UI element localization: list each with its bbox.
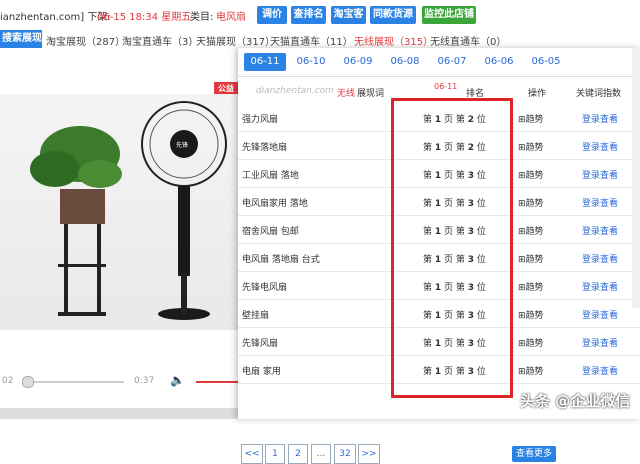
rank-highlight-box [391,98,513,398]
login-view-link[interactable]: 登录查看 [582,224,618,237]
keyword-text: 电风扇家用 落地 [242,199,308,209]
trend-link[interactable]: ⊞趋势 [518,336,544,349]
view-more-button[interactable]: 查看更多 [512,446,557,462]
keyword-text: 强力风扇 [242,115,279,125]
login-view-link[interactable]: 登录查看 [582,336,618,349]
check-rank-button[interactable]: 查排名 [291,6,326,24]
keyword-text: 先锋落地扇 [242,143,288,153]
page-first-button[interactable]: << [241,444,263,464]
login-view-link[interactable]: 登录查看 [582,308,618,321]
header-wireless: 无线 [337,89,356,99]
date-tab-06-08[interactable]: 06-08 [384,53,426,71]
tabs-divider [238,76,640,77]
keyword-text: 电风扇 落地扇 台式 [242,255,320,265]
right-scrollbar[interactable] [632,48,640,308]
trend-link[interactable]: ⊞趋势 [518,252,544,265]
header-action: 操作 [528,89,547,99]
date-tab-06-11[interactable]: 06-11 [244,53,286,71]
video-total-time: 0:37 [134,376,155,386]
login-view-link[interactable]: 登录查看 [582,196,618,209]
video-current-time: 02 [2,376,14,386]
volume-icon[interactable]: 🔈 [170,373,185,387]
keyword-text: 先锋风扇 [242,339,279,349]
tab-taobao-ztc[interactable]: 淘宝直通车（3） [122,33,198,48]
trend-link[interactable]: ⊞趋势 [518,308,544,321]
fan-brand-label: 先锋 [176,142,189,149]
header-date: 06-11 [434,82,458,91]
login-view-link[interactable]: 登录查看 [582,252,618,265]
display-tabs-bar: 淘宝展现（287） 淘宝直通车（3） 天猫展现（317） 天猫直通车（11） 无… [0,30,640,48]
volume-bar[interactable] [196,381,238,383]
login-view-link[interactable]: 登录查看 [582,364,618,377]
login-view-link[interactable]: 登录查看 [582,140,618,153]
trend-link[interactable]: ⊞趋势 [518,280,544,293]
trend-link[interactable]: ⊞趋势 [518,364,544,377]
source-watermark: 头条 @企业微信 [520,392,631,410]
keyword-text: 先锋电风扇 [242,283,288,293]
tab-taobao-display[interactable]: 淘宝展现（287） [46,33,125,48]
video-progress-handle[interactable] [22,376,34,388]
adjust-price-button[interactable]: 调价 [257,6,287,24]
header-index: 关键词指数 [576,89,622,99]
keyword-text: 工业风扇 落地 [242,171,299,181]
tab-wireless-display[interactable]: 无线展现（315） [354,33,433,48]
thumbnail-strip [0,408,238,419]
page-2-button[interactable]: 2 [288,444,308,464]
keyword-text: 电扇 家用 [242,367,281,377]
monitor-shop-button[interactable]: 监控此店铺 [422,6,476,24]
same-source-button[interactable]: 同款货源 [370,6,416,24]
date-tab-06-07[interactable]: 06-07 [431,53,473,71]
page-32-button[interactable]: 32 [334,444,356,464]
page-1-button[interactable]: 1 [265,444,285,464]
login-view-link[interactable]: 登录查看 [582,280,618,293]
category-label: 类目: [190,12,214,23]
fan-illustration [30,101,227,320]
trend-link[interactable]: ⊞趋势 [518,224,544,237]
date-tab-06-06[interactable]: 06-06 [478,53,520,71]
tab-wireless-ztc[interactable]: 无线直通车（0） [430,33,506,48]
keyword-text: 壁挂扇 [242,311,270,321]
header-keyword: 展现词 [357,89,385,99]
delist-date: 06-15 18:34 星期五 [97,12,192,23]
date-tab-06-09[interactable]: 06-09 [337,53,379,71]
page-ellipsis: ... [311,444,331,464]
page-last-button[interactable]: >> [358,444,380,464]
video-progress-track[interactable] [24,381,124,383]
date-tab-06-05[interactable]: 06-05 [525,53,567,71]
product-photo[interactable]: 先锋 [0,94,238,330]
login-view-link[interactable]: 登录查看 [582,112,618,125]
video-controls: 02 0:37 🔈 [0,367,238,397]
taobaoke-button[interactable]: 淘宝客 [331,6,366,24]
date-tab-06-10[interactable]: 06-10 [290,53,332,71]
trend-link[interactable]: ⊞趋势 [518,168,544,181]
shop-url: ianzhentan.com] 下架: [0,12,111,23]
tab-tmall-display[interactable]: 天猫展现（317） [196,33,275,48]
trend-link[interactable]: ⊞趋势 [518,196,544,209]
keyword-text: 宿舍风扇 包邮 [242,227,299,237]
tab-search-display[interactable]: 搜索展现 [0,30,42,48]
tab-tmall-ztc[interactable]: 天猫直通车（11） [270,33,353,48]
trend-link[interactable]: ⊞趋势 [518,112,544,125]
header-watermark: dianzhentan.com [256,86,334,96]
trend-link[interactable]: ⊞趋势 [518,140,544,153]
category-value: 电风扇 [216,12,246,23]
info-bar: ianzhentan.com] 下架: 06-15 18:34 星期五 类目: … [0,0,640,30]
login-view-link[interactable]: 登录查看 [582,168,618,181]
